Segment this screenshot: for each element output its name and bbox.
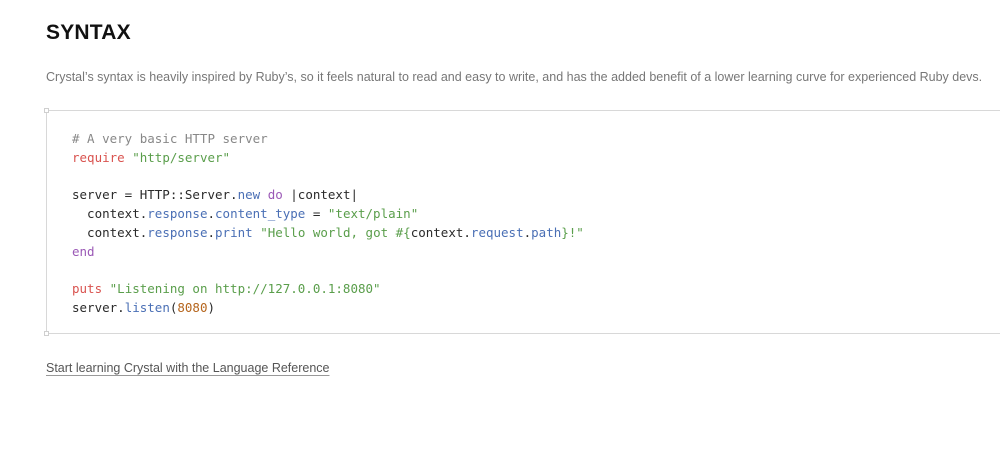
code-block-corner-marker	[44, 331, 49, 336]
code-text: =	[305, 206, 328, 222]
code-line-2: require "http/server"	[72, 149, 584, 168]
code-method: new	[237, 187, 261, 203]
code-line-10: server.listen(8080)	[72, 299, 584, 318]
code-text: .	[523, 224, 532, 240]
code-method: content_type	[215, 206, 306, 222]
language-reference-link[interactable]: Start learning Crystal with the Language…	[46, 361, 330, 375]
code-string: }!"	[561, 224, 584, 240]
code-listing: # A very basic HTTP server require "http/…	[72, 130, 584, 318]
code-text: .	[207, 206, 216, 222]
code-line-4: server = HTTP::Server.new do |context|	[72, 186, 584, 205]
code-line-9: puts "Listening on http://127.0.0.1:8080…	[72, 280, 584, 299]
code-block-corner-marker	[44, 108, 49, 113]
code-text: server = HTTP::Server.	[72, 187, 238, 203]
section-intro: Crystal’s syntax is heavily inspired by …	[46, 70, 983, 84]
code-number: 8080	[177, 300, 208, 316]
code-string: "http/server"	[132, 149, 231, 165]
code-text: .	[207, 224, 216, 240]
code-method: response	[147, 206, 208, 222]
code-text: context.	[72, 206, 148, 222]
code-keyword: end	[72, 243, 95, 259]
code-method: request	[470, 224, 524, 240]
code-string: "text/plain"	[327, 206, 419, 222]
code-keyword: puts	[72, 281, 103, 297]
code-text: |context|	[282, 187, 359, 203]
code-line-1: # A very basic HTTP server	[72, 130, 584, 149]
code-text: context.	[410, 224, 471, 240]
code-string: "Hello world, got #{	[260, 224, 411, 240]
code-method: listen	[124, 300, 170, 316]
code-text: context.	[72, 224, 148, 240]
code-line-6: context.response.print "Hello world, got…	[72, 224, 584, 243]
section-title: SYNTAX	[46, 21, 131, 44]
code-string: "Listening on http://127.0.0.1:8080"	[109, 281, 381, 297]
code-method: path	[531, 224, 562, 240]
code-text: server.	[72, 300, 125, 316]
code-line-5: context.response.content_type = "text/pl…	[72, 205, 584, 224]
code-comment: # A very basic HTTP server	[72, 131, 268, 146]
code-keyword: require	[72, 149, 125, 165]
code-method: print	[215, 224, 253, 240]
code-line-7: end	[72, 243, 584, 262]
code-keyword: do	[267, 187, 283, 203]
code-block: # A very basic HTTP server require "http/…	[44, 108, 1000, 336]
code-text: )	[207, 300, 216, 316]
code-method: response	[147, 224, 208, 240]
